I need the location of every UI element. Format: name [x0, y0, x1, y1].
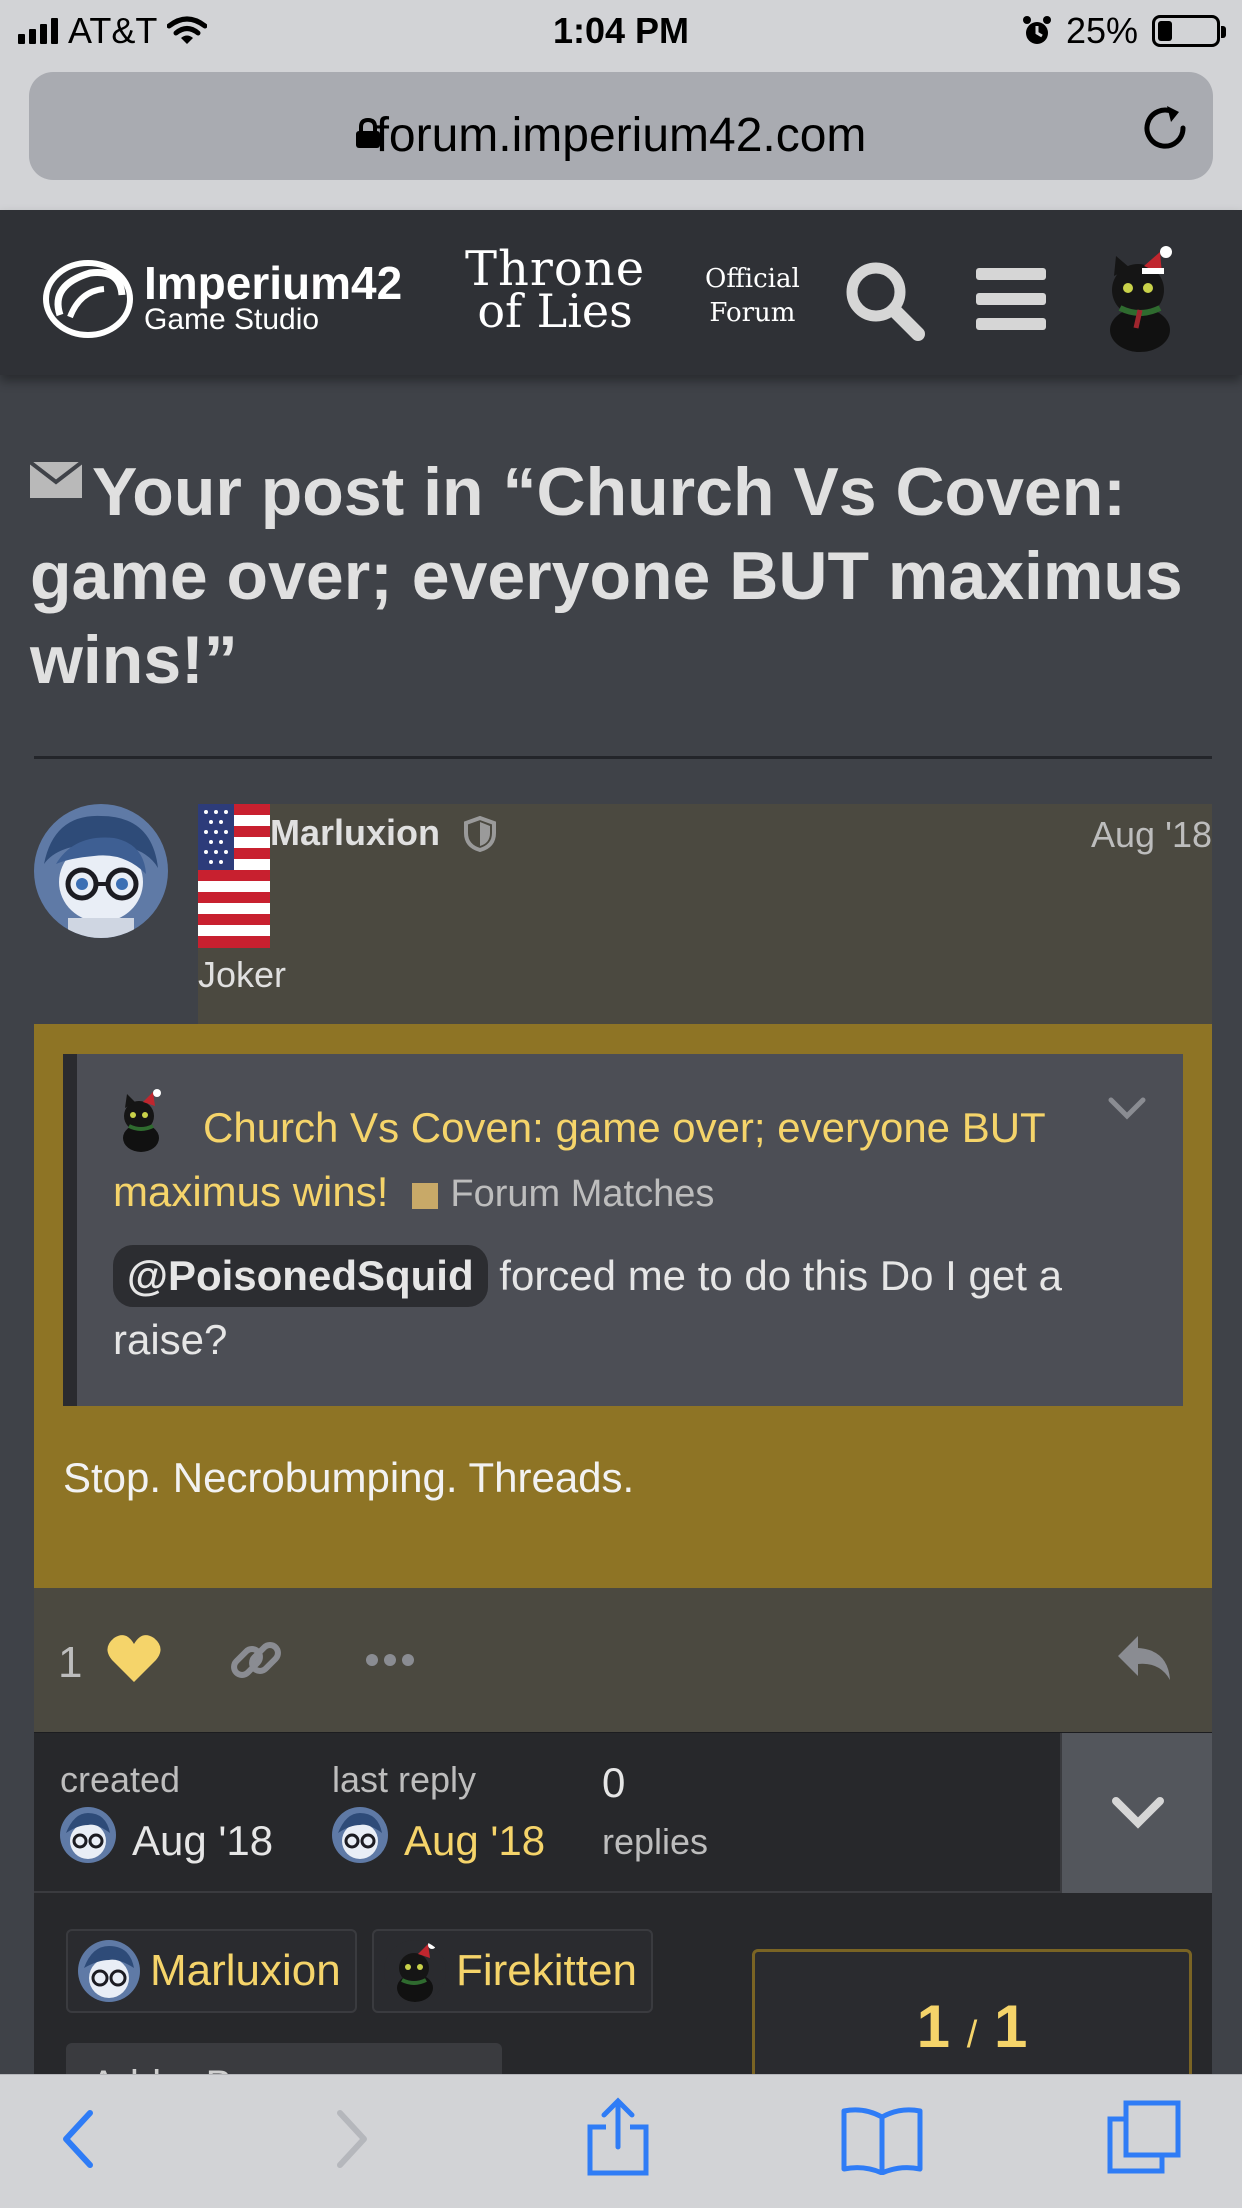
link-icon[interactable]: [228, 1632, 284, 1688]
replies-count: 0: [602, 1759, 626, 1806]
bookmarks-icon[interactable]: [840, 2105, 924, 2175]
created-label: created: [60, 1759, 181, 1800]
status-bar: AT&T 1:04 PM 25%: [0, 0, 1242, 60]
battery-icon: [1152, 15, 1226, 47]
last-reply-avatar[interactable]: [332, 1807, 388, 1863]
reload-icon[interactable]: [1139, 102, 1191, 154]
reply-icon[interactable]: [1116, 1634, 1172, 1682]
user-avatar[interactable]: [1090, 242, 1190, 352]
quote-block: Church Vs Coven: game over; everyone BUT…: [63, 1054, 1183, 1406]
studio-name: Imperium42: [144, 257, 403, 309]
site-header: Imperium42 Game Studio Throne of Lies Of…: [0, 210, 1242, 375]
title-divider: [34, 756, 1212, 759]
participant-avatar: [384, 1940, 446, 2002]
imperium42-logo[interactable]: Imperium42 Game Studio: [40, 255, 402, 341]
like-count[interactable]: 1: [58, 1638, 82, 1688]
category-badge[interactable]: Forum Matches: [388, 1173, 714, 1215]
forward-icon[interactable]: [332, 2107, 372, 2171]
category-label: Forum Matches: [450, 1173, 715, 1215]
browser-bar: forum.imperium42.com: [0, 60, 1242, 210]
address-bar[interactable]: forum.imperium42.com: [29, 72, 1213, 180]
official-forum-label: Official Forum: [705, 262, 800, 330]
created-avatar[interactable]: [60, 1807, 116, 1863]
post-text: Stop. Necrobumping. Threads.: [63, 1454, 635, 1501]
us-flag-icon: [198, 804, 270, 948]
progress-text: 1 / 1: [755, 1992, 1189, 2061]
participant-avatar: [78, 1940, 140, 2002]
replies-label: replies: [602, 1821, 709, 1862]
share-icon[interactable]: [586, 2097, 650, 2177]
post-username[interactable]: Marluxion: [270, 812, 440, 854]
browser-toolbar: [0, 2074, 1242, 2208]
hamburger-menu-icon[interactable]: [976, 266, 1046, 332]
last-reply-label: last reply: [332, 1759, 477, 1800]
progress-total: 1: [993, 1993, 1028, 2060]
post-header: Marluxion Aug '18 Joker: [198, 804, 1212, 1024]
post-author-avatar[interactable]: [34, 804, 168, 938]
last-reply-date[interactable]: Aug '18: [404, 1817, 545, 1865]
imperium42-swirl-icon: [43, 260, 133, 338]
search-icon[interactable]: [842, 258, 926, 342]
participant-chip[interactable]: Marluxion: [66, 1929, 357, 2013]
moderator-shield-icon: [464, 816, 496, 852]
participant-name: Firekitten: [456, 1946, 637, 1995]
expand-topic-map-button[interactable]: [1060, 1733, 1212, 1893]
heart-icon[interactable]: [106, 1634, 162, 1684]
participant-name: Marluxion: [150, 1946, 341, 1995]
created-date: Aug '18: [132, 1817, 274, 1864]
progress-separator: /: [966, 2014, 978, 2056]
category-color-swatch: [412, 1182, 439, 1209]
user-mention[interactable]: @PoisonedSquid: [113, 1245, 488, 1307]
post-body: Church Vs Coven: game over; everyone BUT…: [34, 1024, 1212, 1588]
back-icon[interactable]: [58, 2107, 98, 2171]
progress-current: 1: [916, 1993, 951, 2060]
studio-subtitle: Game Studio: [144, 303, 320, 336]
game-logo-line2: of Lies: [477, 284, 633, 338]
battery-level: [1158, 21, 1172, 41]
participant-chip[interactable]: Firekitten: [372, 1929, 653, 2013]
url-text: forum.imperium42.com: [375, 109, 867, 162]
more-options-icon[interactable]: [364, 1652, 416, 1668]
quote-text: @PoisonedSquid forced me to do this Do I…: [113, 1244, 1153, 1372]
alarm-icon: [1022, 16, 1051, 44]
throne-of-lies-logo[interactable]: Throne of Lies: [465, 245, 645, 338]
tabs-icon[interactable]: [1106, 2099, 1182, 2175]
battery-percent: 25%: [1065, 10, 1138, 51]
page-title: Your post in “Church Vs Coven: game over…: [30, 454, 1183, 698]
chevron-down-icon[interactable]: [1107, 1094, 1147, 1122]
quote-topic-link[interactable]: Church Vs Coven: game over; everyone BUT…: [113, 1096, 1113, 1226]
topic-map-summary: created Aug '18 last reply Aug '18 0 rep…: [34, 1733, 1212, 1893]
post-date[interactable]: Aug '18: [1091, 814, 1212, 856]
official-line2: Forum: [709, 298, 796, 328]
chevron-down-icon: [1112, 1797, 1164, 1829]
post-actions: 1: [34, 1588, 1212, 1732]
user-title: Joker: [198, 954, 287, 995]
official-line1: Official: [705, 264, 800, 294]
status-right: 25%: [1022, 10, 1226, 52]
